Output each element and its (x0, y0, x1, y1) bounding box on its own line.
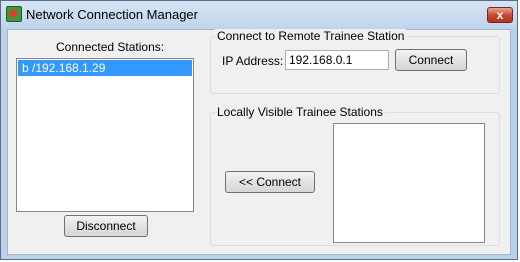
ip-address-label: IP Address: (222, 54, 284, 68)
local-stations-group: Locally Visible Trainee Stations << Conn… (210, 105, 500, 246)
disconnect-button[interactable]: Disconnect (64, 215, 148, 237)
connect-remote-button[interactable]: Connect (395, 49, 467, 71)
client-area: Connected Stations: b /192.168.1.29 Disc… (7, 29, 511, 255)
local-stations-list[interactable] (333, 123, 485, 243)
connect-local-button[interactable]: << Connect (225, 171, 315, 193)
app-icon (6, 6, 22, 22)
window-title: Network Connection Manager (26, 7, 198, 22)
ip-address-input[interactable]: 192.168.0.1 (285, 50, 389, 70)
connected-stations-list[interactable]: b /192.168.1.29 (16, 58, 194, 212)
connected-stations-label: Connected Stations: (56, 40, 165, 54)
close-button[interactable]: x (487, 7, 513, 23)
title-bar: Network Connection Manager x (1, 1, 517, 29)
app-window: Network Connection Manager x Connected S… (0, 0, 518, 260)
remote-group-title: Connect to Remote Trainee Station (215, 29, 407, 43)
local-group-title: Locally Visible Trainee Stations (215, 105, 385, 119)
remote-station-group: Connect to Remote Trainee Station IP Add… (210, 29, 500, 94)
list-item[interactable]: b /192.168.1.29 (18, 60, 192, 76)
close-icon: x (496, 8, 504, 22)
